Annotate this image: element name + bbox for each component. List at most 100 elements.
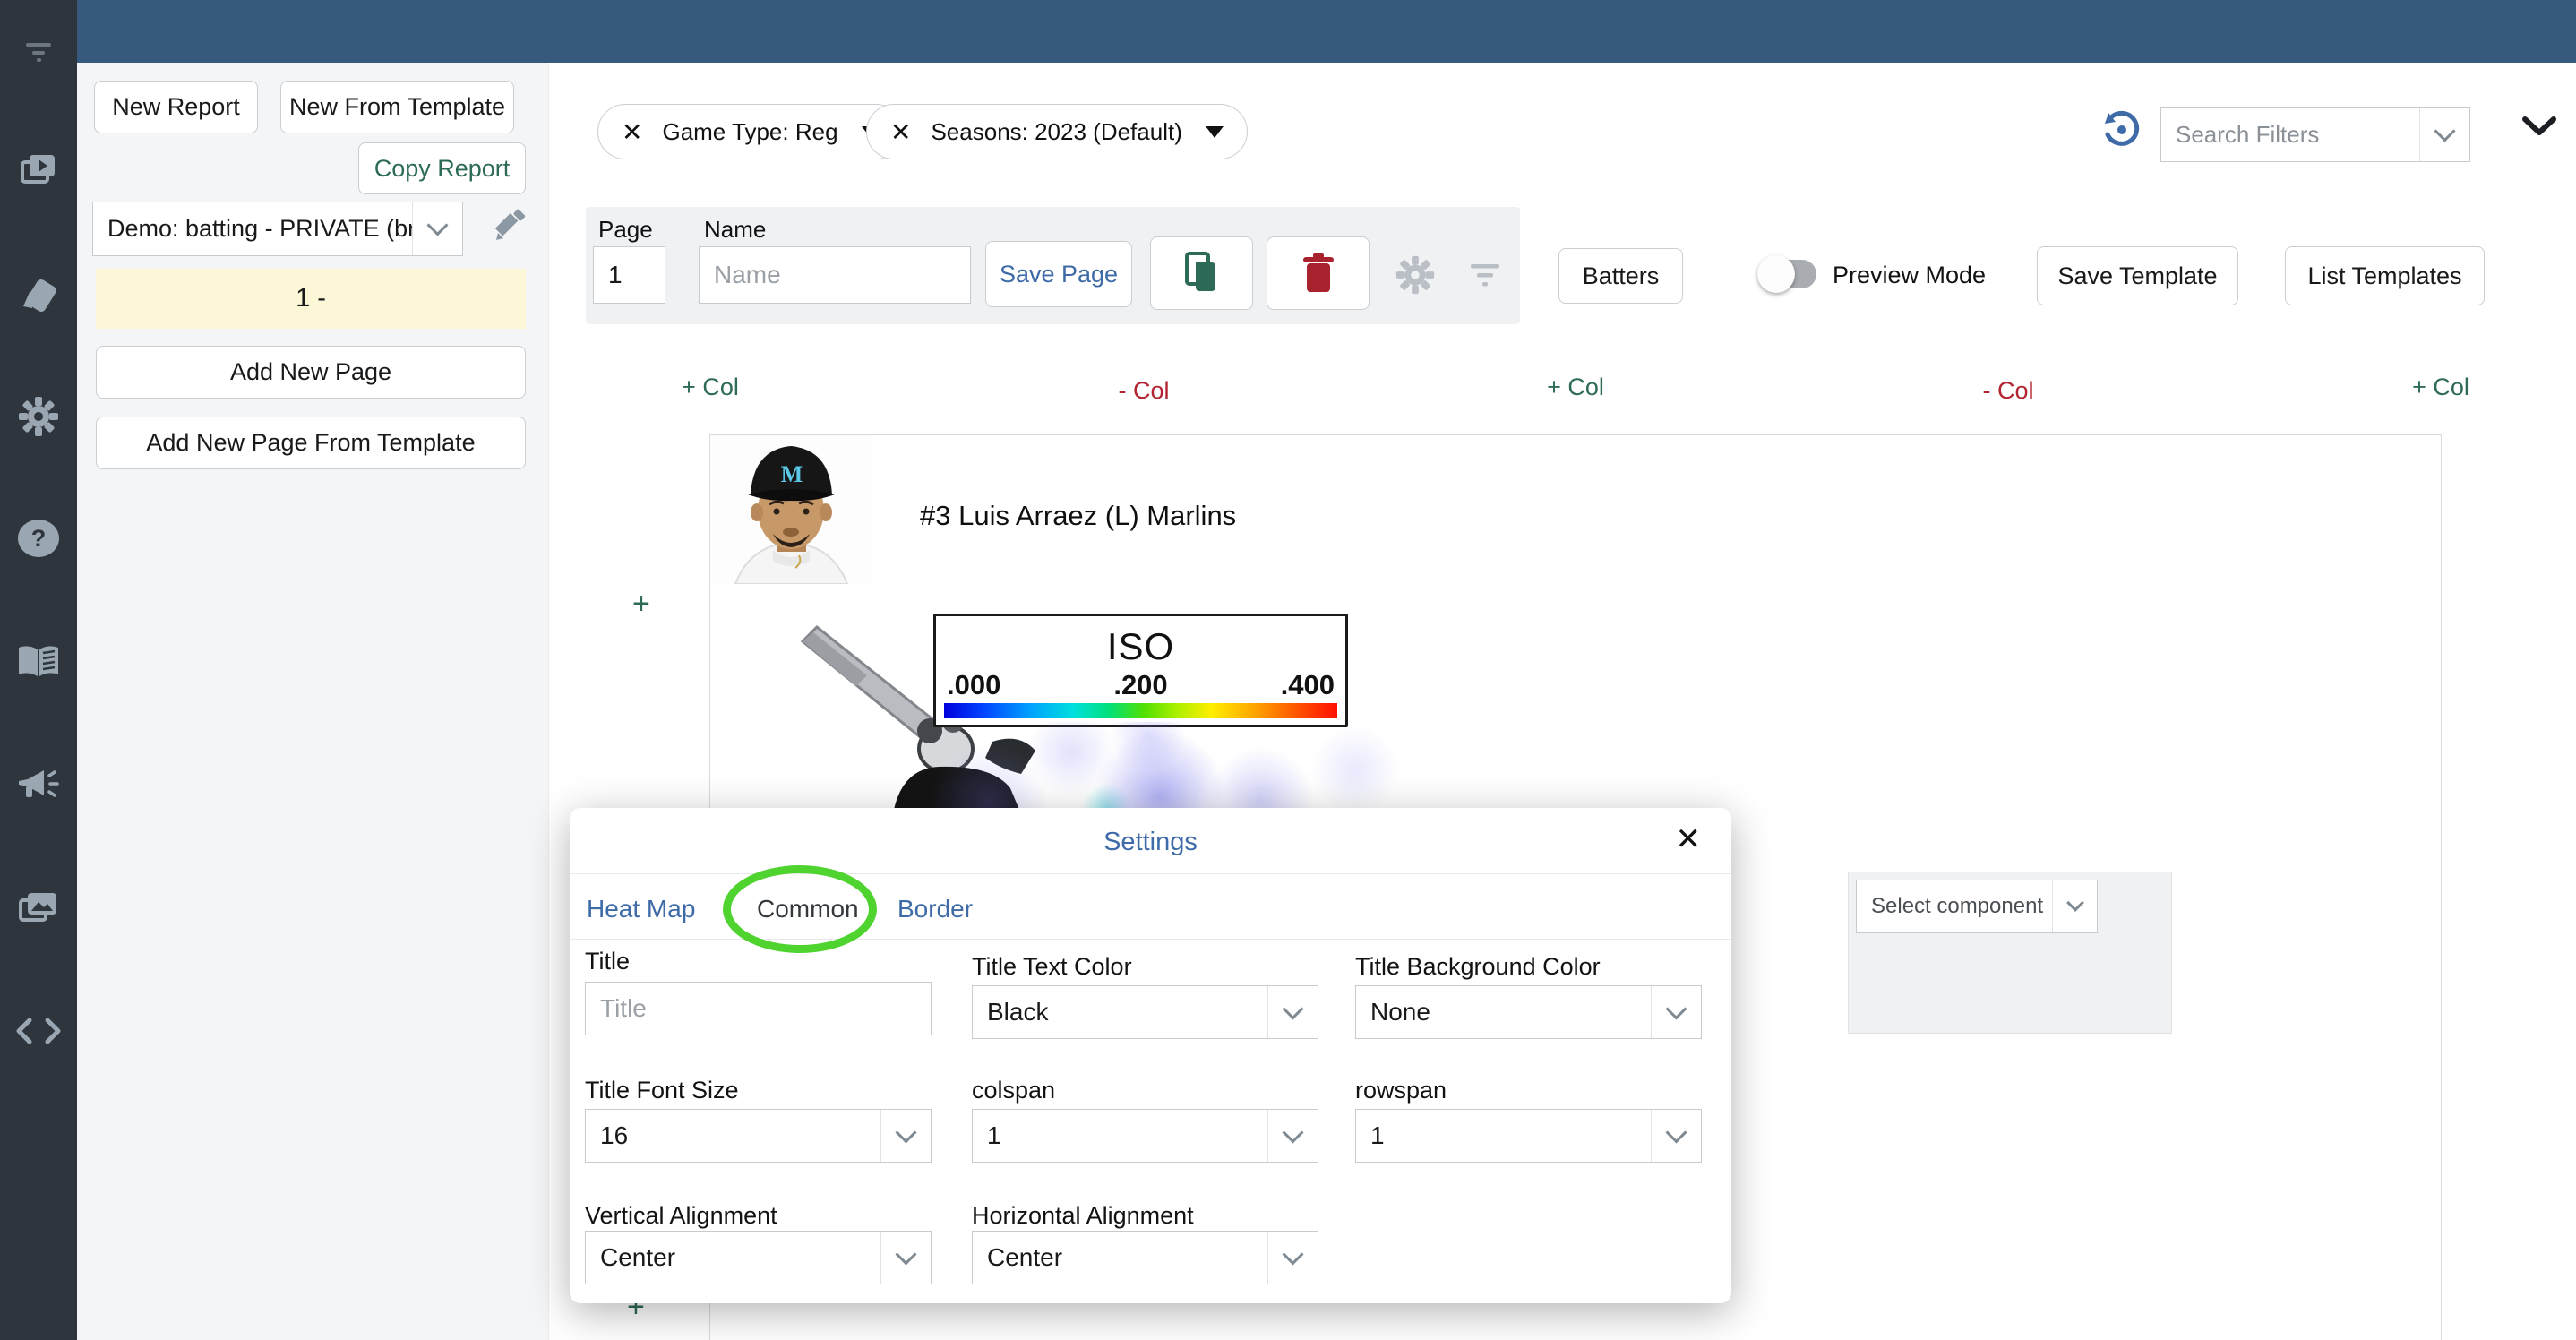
title-font-size-value: 16 [586, 1110, 880, 1162]
page-number-input[interactable] [593, 246, 665, 304]
svg-text:?: ? [31, 525, 47, 552]
sidebar-item-help[interactable]: ? [0, 500, 77, 577]
remove-col-button[interactable]: - Col [1982, 377, 2033, 405]
add-col-button[interactable]: + Col [682, 374, 739, 401]
filter-chip-game-type[interactable]: ✕ Game Type: Reg [597, 104, 904, 159]
new-from-template-button[interactable]: New From Template [280, 81, 514, 133]
colspan-label: colspan [972, 1077, 1055, 1104]
chevron-down-icon [880, 1110, 931, 1162]
title-background-color-label: Title Background Color [1355, 953, 1601, 981]
tab-common[interactable]: Common [757, 895, 859, 923]
report-select-value: Demo: batting - PRIVATE (brad... [93, 202, 412, 255]
title-text-color-select[interactable]: Black [972, 985, 1318, 1039]
list-templates-button[interactable]: List Templates [2285, 246, 2485, 305]
gear-icon [16, 394, 61, 439]
vertical-alignment-value: Center [586, 1232, 880, 1284]
modal-title: Settings [570, 828, 1731, 857]
page-name-input[interactable] [699, 246, 971, 304]
remove-filter-icon[interactable]: ✕ [890, 117, 911, 147]
chevron-down-icon [412, 202, 462, 255]
title-text-color-label: Title Text Color [972, 953, 1132, 981]
batters-button[interactable]: Batters [1558, 248, 1683, 304]
remove-col-button[interactable]: - Col [1118, 377, 1169, 405]
remove-filter-icon[interactable]: ✕ [622, 117, 642, 147]
legend-tick-mid: .200 [1113, 669, 1167, 701]
add-new-page-from-template-button[interactable]: Add New Page From Template [96, 417, 526, 469]
page-filter-icon[interactable] [1465, 257, 1505, 293]
delete-page-button[interactable] [1267, 236, 1370, 310]
sidebar-item-cards[interactable] [0, 258, 77, 335]
settings-modal: Settings ✕ Heat Map Common Border Title … [570, 808, 1731, 1303]
add-row-button[interactable]: + [632, 587, 650, 622]
search-filters-select[interactable]: Search Filters [2160, 107, 2470, 162]
video-library-icon [17, 148, 60, 191]
legend-color-gradient-bar [944, 703, 1337, 718]
filter-chip-label: Seasons: 2023 (Default) [931, 118, 1181, 146]
report-select[interactable]: Demo: batting - PRIVATE (brad... [92, 202, 463, 256]
vertical-alignment-select[interactable]: Center [585, 1231, 932, 1284]
search-filters-value: Search Filters [2161, 108, 2419, 161]
edit-report-pencil-icon[interactable] [488, 209, 528, 248]
legend-tick-max: .400 [1281, 669, 1335, 701]
sidebar-item-video-library[interactable] [0, 131, 77, 208]
page-settings-gear-icon[interactable] [1394, 253, 1437, 296]
sidebar-item-settings[interactable] [0, 378, 77, 455]
code-icon [13, 1015, 64, 1047]
title-input[interactable] [585, 982, 932, 1035]
add-new-page-button[interactable]: Add New Page [96, 346, 526, 399]
page-toolbar-panel: Page Name Save Page [586, 207, 1520, 324]
tab-heat-map[interactable]: Heat Map [587, 895, 695, 923]
copy-report-button[interactable]: Copy Report [358, 142, 526, 194]
sidebar-item-docs[interactable] [0, 623, 77, 700]
preview-mode-label: Preview Mode [1833, 262, 1986, 289]
horizontal-alignment-value: Center [973, 1232, 1267, 1284]
horizontal-alignment-select[interactable]: Center [972, 1231, 1318, 1284]
empty-component-cell: Select component [1848, 872, 2172, 1034]
duplicate-page-button[interactable] [1150, 236, 1253, 310]
sidebar-item-filters[interactable] [0, 11, 77, 88]
sidebar-item-code[interactable] [0, 992, 77, 1069]
divider [570, 939, 1731, 940]
title-text-color-value: Black [973, 986, 1267, 1038]
colspan-select[interactable]: 1 [972, 1109, 1318, 1163]
title-font-size-select[interactable]: 16 [585, 1109, 932, 1163]
chevron-down-icon [1651, 1110, 1701, 1162]
svg-text:M: M [781, 461, 803, 487]
top-navbar [77, 0, 2576, 63]
add-col-button[interactable]: + Col [1547, 374, 1604, 401]
name-label: Name [704, 216, 766, 244]
component-select[interactable]: Select component [1856, 880, 2098, 933]
modal-close-icon[interactable]: ✕ [1676, 824, 1702, 855]
chevron-down-icon [2419, 108, 2469, 161]
collapse-filters-chevron-icon[interactable] [2521, 115, 2557, 138]
rowspan-select[interactable]: 1 [1355, 1109, 1702, 1163]
vertical-alignment-label: Vertical Alignment [585, 1202, 777, 1230]
chevron-down-icon [880, 1232, 931, 1284]
tab-border[interactable]: Border [897, 895, 973, 923]
rowspan-value: 1 [1356, 1110, 1651, 1162]
copy-icon [1183, 252, 1221, 295]
sidebar-item-announcements[interactable] [0, 747, 77, 824]
save-template-button[interactable]: Save Template [2037, 246, 2238, 305]
heatmap-density-blobs [882, 722, 1473, 809]
title-label: Title [585, 948, 630, 975]
colspan-value: 1 [973, 1110, 1267, 1162]
add-col-button[interactable]: + Col [2412, 374, 2469, 401]
save-page-button[interactable]: Save Page [985, 241, 1132, 307]
preview-mode-toggle[interactable] [1763, 260, 1816, 288]
title-background-color-select[interactable]: None [1355, 985, 1702, 1039]
toggle-knob [1757, 255, 1795, 293]
filter-icon [19, 30, 58, 69]
title-background-color-value: None [1356, 986, 1651, 1038]
horizontal-alignment-label: Horizontal Alignment [972, 1202, 1194, 1230]
divider [570, 873, 1731, 874]
new-report-button[interactable]: New Report [94, 81, 258, 133]
images-icon [16, 887, 61, 928]
filter-chip-seasons[interactable]: ✕ Seasons: 2023 (Default) [866, 104, 1248, 159]
page-1-badge[interactable]: 1 - [96, 269, 526, 329]
dropdown-caret-icon [1206, 126, 1224, 138]
filter-history-icon[interactable] [2101, 109, 2142, 150]
chevron-down-icon [2052, 880, 2097, 932]
sidebar-item-images[interactable] [0, 869, 77, 946]
chevron-down-icon [1267, 986, 1318, 1038]
